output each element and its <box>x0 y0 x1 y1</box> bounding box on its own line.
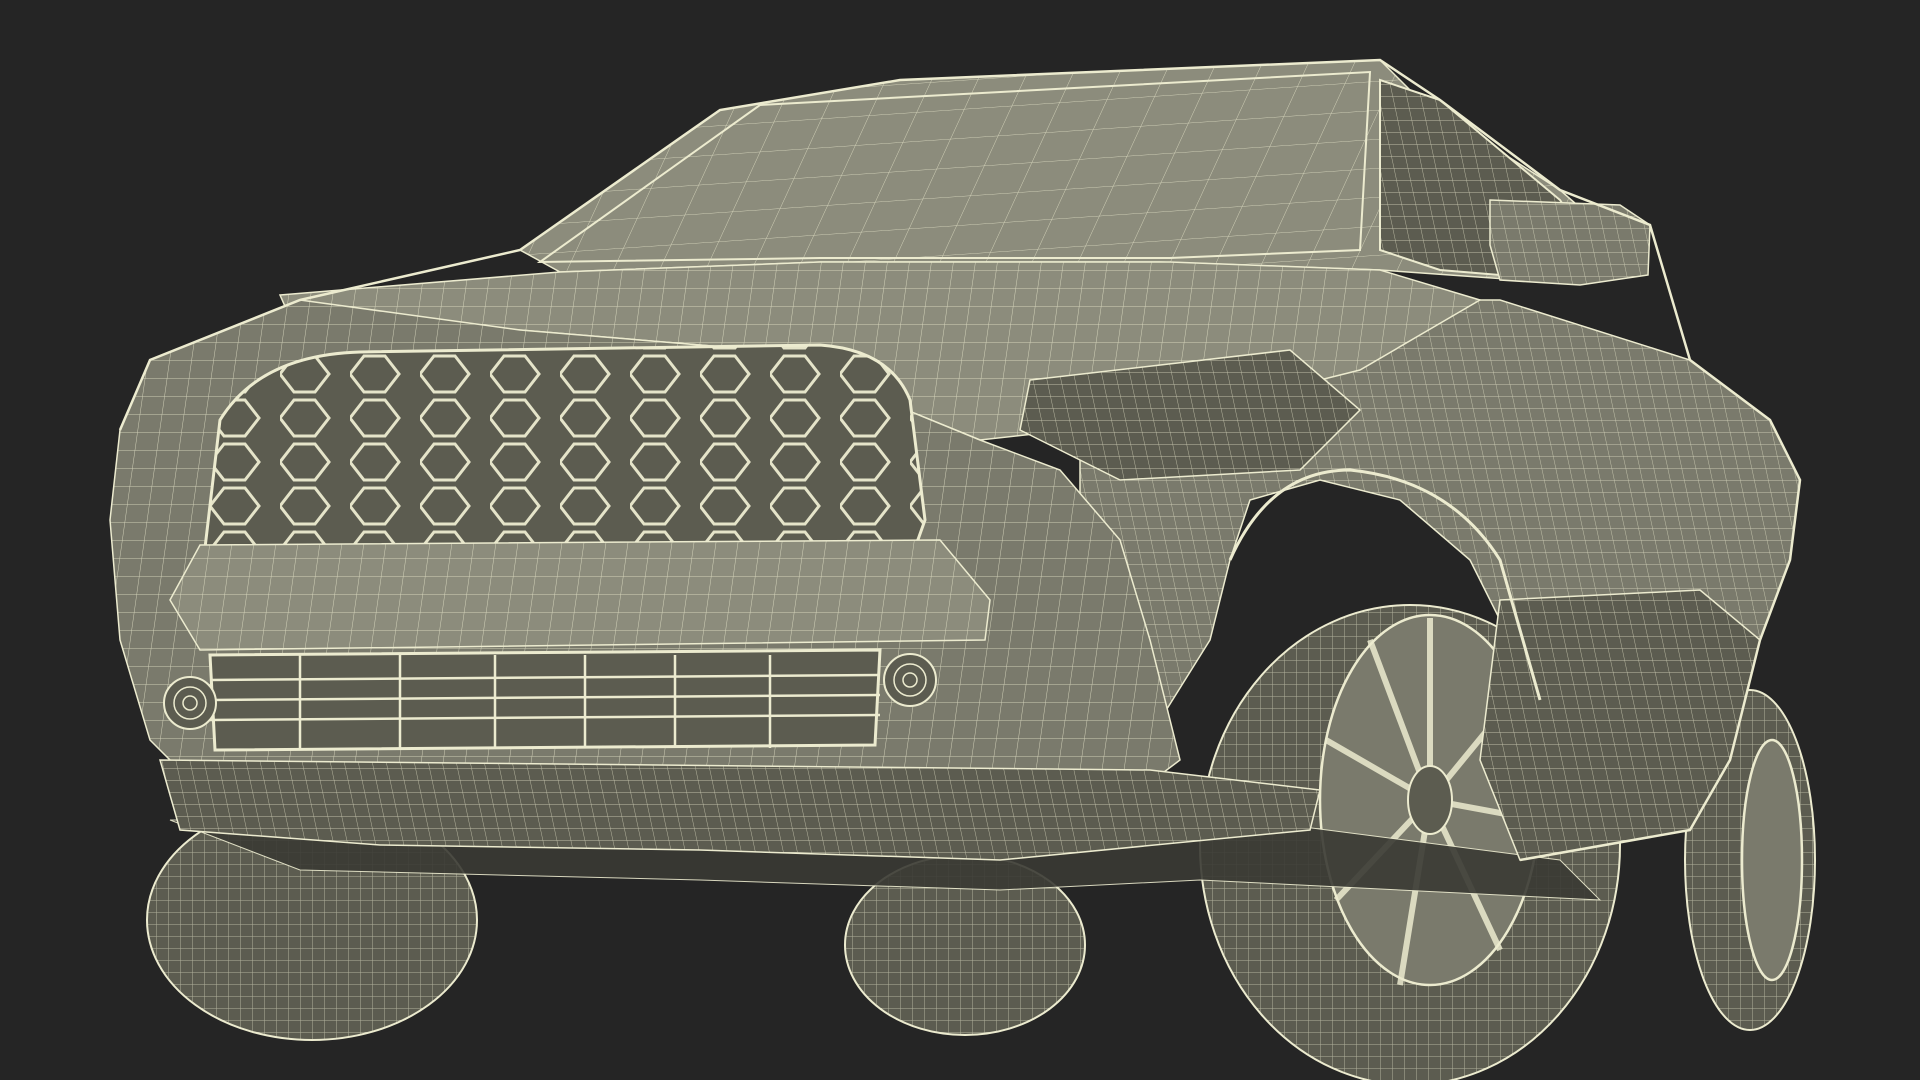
fog-light-right <box>163 676 217 730</box>
front-grille <box>203 343 927 550</box>
fog-light-left <box>883 653 937 707</box>
render-viewport <box>0 0 1920 1080</box>
lower-grille <box>208 648 882 752</box>
wireframe-scene <box>0 0 1920 1080</box>
side-mirror <box>1489 199 1651 286</box>
